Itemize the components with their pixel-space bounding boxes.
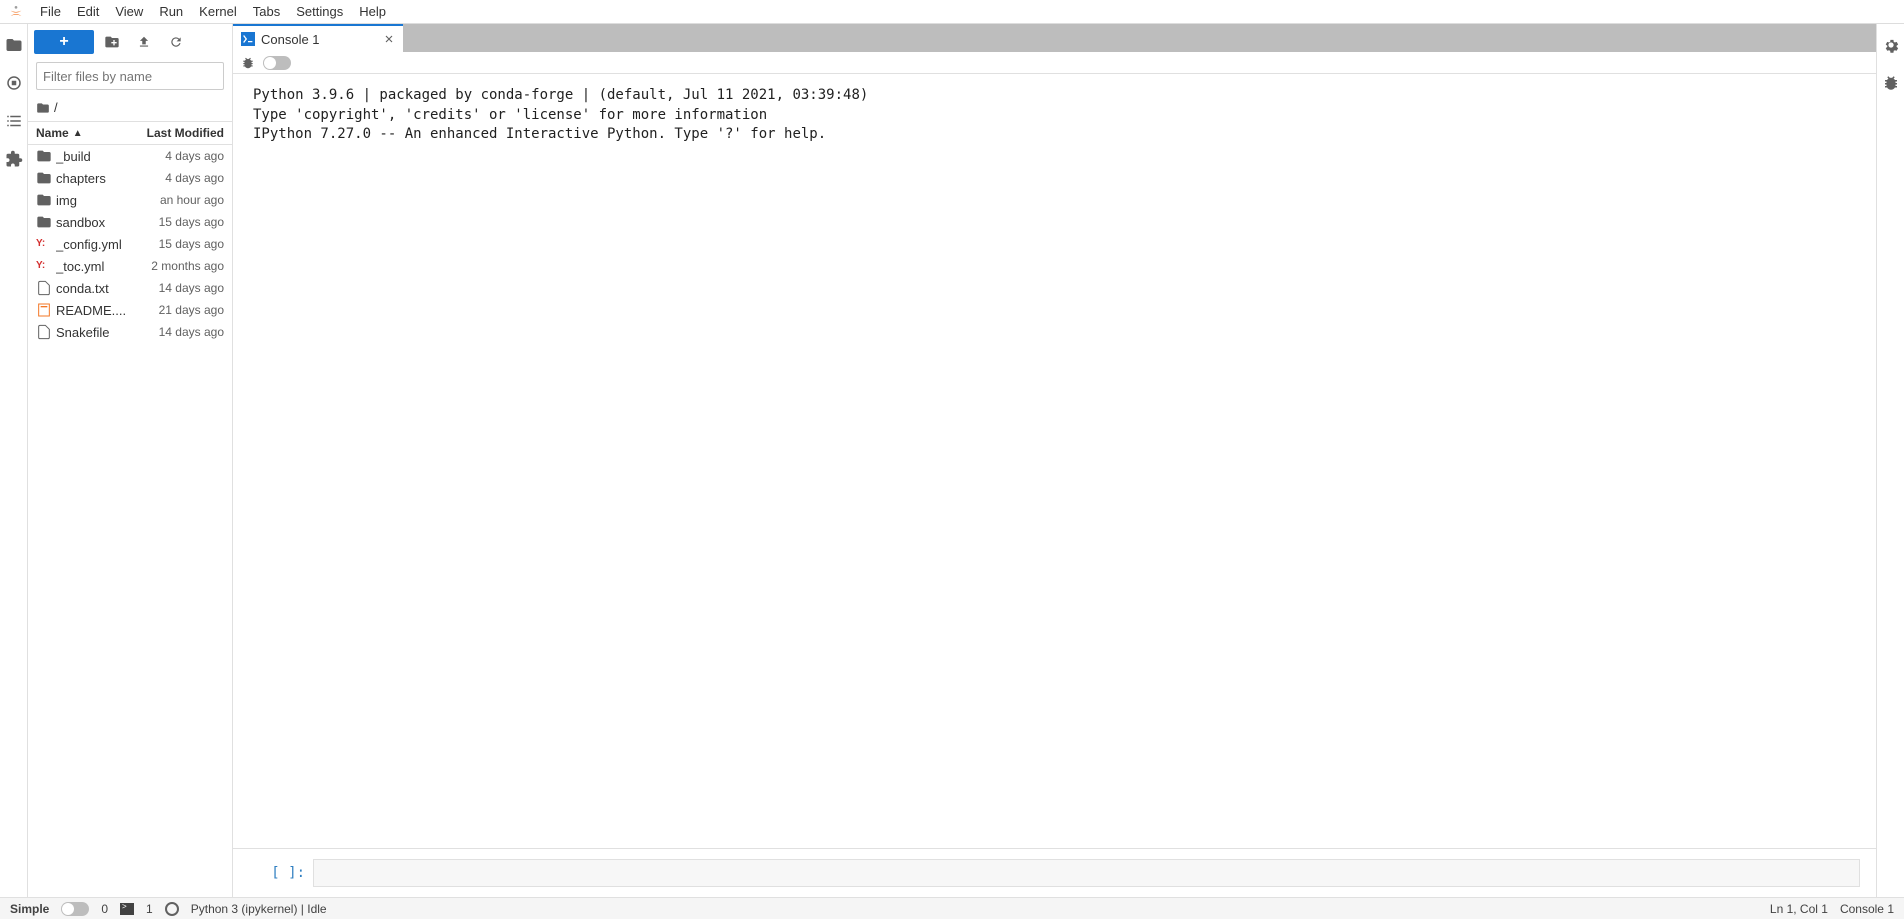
console-input-area: [ ]: bbox=[233, 848, 1876, 897]
file-modified: 4 days ago bbox=[165, 171, 224, 185]
file-browser-toolbar: + bbox=[28, 24, 232, 60]
new-launcher-button[interactable]: + bbox=[34, 30, 94, 54]
file-filter[interactable] bbox=[36, 62, 224, 90]
file-row[interactable]: Snakefile14 days ago bbox=[28, 321, 232, 343]
file-name: _toc.yml bbox=[56, 259, 151, 274]
console-toolbar bbox=[233, 52, 1876, 74]
tab-console[interactable]: Console 1 bbox=[233, 24, 403, 52]
file-list-header[interactable]: Name ▲ Last Modified bbox=[28, 122, 232, 145]
column-modified-label: Last Modified bbox=[147, 126, 224, 140]
file-browser-panel: + / Name ▲ Last Modified _build4 days ag… bbox=[28, 24, 233, 897]
menu-kernel[interactable]: Kernel bbox=[191, 1, 245, 22]
file-row[interactable]: imgan hour ago bbox=[28, 189, 232, 211]
file-name: _build bbox=[56, 149, 165, 164]
close-icon[interactable] bbox=[383, 33, 395, 45]
jupyter-logo-icon bbox=[8, 4, 24, 20]
file-row[interactable]: _build4 days ago bbox=[28, 145, 232, 167]
file-modified: 2 months ago bbox=[151, 259, 224, 273]
file-name: conda.txt bbox=[56, 281, 159, 296]
main-content: Console 1 Python 3.9.6 | packaged by con… bbox=[233, 24, 1876, 897]
file-modified: 15 days ago bbox=[159, 237, 224, 251]
file-row[interactable]: chapters4 days ago bbox=[28, 167, 232, 189]
file-row[interactable]: README....21 days ago bbox=[28, 299, 232, 321]
breadcrumb-path: / bbox=[54, 100, 58, 115]
file-modified: 4 days ago bbox=[165, 149, 224, 163]
simple-mode-label: Simple bbox=[10, 902, 49, 916]
sort-asc-icon: ▲ bbox=[73, 128, 83, 139]
terminal-icon bbox=[120, 903, 134, 915]
running-icon[interactable] bbox=[5, 74, 23, 92]
cursor-position: Ln 1, Col 1 bbox=[1770, 902, 1828, 916]
file-row[interactable]: Y:_toc.yml2 months ago bbox=[28, 255, 232, 277]
console-prompt: [ ]: bbox=[249, 865, 305, 881]
column-name-label: Name bbox=[36, 126, 69, 140]
file-name: Snakefile bbox=[56, 325, 159, 340]
extensions-icon[interactable] bbox=[5, 150, 23, 168]
console-input[interactable] bbox=[313, 859, 1860, 887]
tab-label: Console 1 bbox=[261, 32, 377, 47]
terminals-count[interactable]: 0 bbox=[101, 902, 108, 916]
kernel-status[interactable]: Python 3 (ipykernel) | Idle bbox=[191, 902, 327, 916]
status-bar: Simple 0 1 Python 3 (ipykernel) | Idle L… bbox=[0, 897, 1904, 919]
active-doc: Console 1 bbox=[1840, 902, 1894, 916]
file-modified: 14 days ago bbox=[159, 325, 224, 339]
file-modified: 14 days ago bbox=[159, 281, 224, 295]
file-name: chapters bbox=[56, 171, 165, 186]
breadcrumb[interactable]: / bbox=[28, 96, 232, 122]
menu-settings[interactable]: Settings bbox=[288, 1, 351, 22]
debugger-icon[interactable] bbox=[1882, 74, 1900, 92]
bug-icon[interactable] bbox=[241, 56, 255, 70]
tab-bar: Console 1 bbox=[233, 24, 1876, 52]
upload-button[interactable] bbox=[130, 30, 158, 54]
file-modified: 15 days ago bbox=[159, 215, 224, 229]
menu-view[interactable]: View bbox=[107, 1, 151, 22]
menu-help[interactable]: Help bbox=[351, 1, 394, 22]
file-row[interactable]: conda.txt14 days ago bbox=[28, 277, 232, 299]
menu-edit[interactable]: Edit bbox=[69, 1, 107, 22]
file-name: img bbox=[56, 193, 160, 208]
simple-mode-toggle[interactable] bbox=[61, 902, 89, 916]
file-filter-input[interactable] bbox=[43, 69, 219, 84]
toc-icon[interactable] bbox=[5, 112, 23, 130]
file-row[interactable]: Y:_config.yml15 days ago bbox=[28, 233, 232, 255]
right-sidebar bbox=[1876, 24, 1904, 897]
new-folder-button[interactable] bbox=[98, 30, 126, 54]
file-modified: an hour ago bbox=[160, 193, 224, 207]
debug-toggle[interactable] bbox=[263, 56, 291, 70]
menu-tabs[interactable]: Tabs bbox=[245, 1, 288, 22]
activity-bar bbox=[0, 24, 28, 897]
console-output: Python 3.9.6 | packaged by conda-forge |… bbox=[233, 74, 1876, 848]
console-icon bbox=[241, 32, 255, 46]
file-name: _config.yml bbox=[56, 237, 159, 252]
refresh-button[interactable] bbox=[162, 30, 190, 54]
file-name: sandbox bbox=[56, 215, 159, 230]
file-row[interactable]: sandbox15 days ago bbox=[28, 211, 232, 233]
file-list: _build4 days agochapters4 days agoimgan … bbox=[28, 145, 232, 897]
menubar: File Edit View Run Kernel Tabs Settings … bbox=[0, 0, 1904, 24]
property-inspector-icon[interactable] bbox=[1882, 36, 1900, 54]
menu-run[interactable]: Run bbox=[151, 1, 191, 22]
kernels-count[interactable]: 1 bbox=[146, 902, 153, 916]
folder-icon bbox=[36, 101, 50, 115]
folder-icon[interactable] bbox=[5, 36, 23, 54]
kernel-status-icon bbox=[165, 902, 179, 916]
file-name: README.... bbox=[56, 303, 159, 318]
menu-file[interactable]: File bbox=[32, 1, 69, 22]
file-modified: 21 days ago bbox=[159, 303, 224, 317]
